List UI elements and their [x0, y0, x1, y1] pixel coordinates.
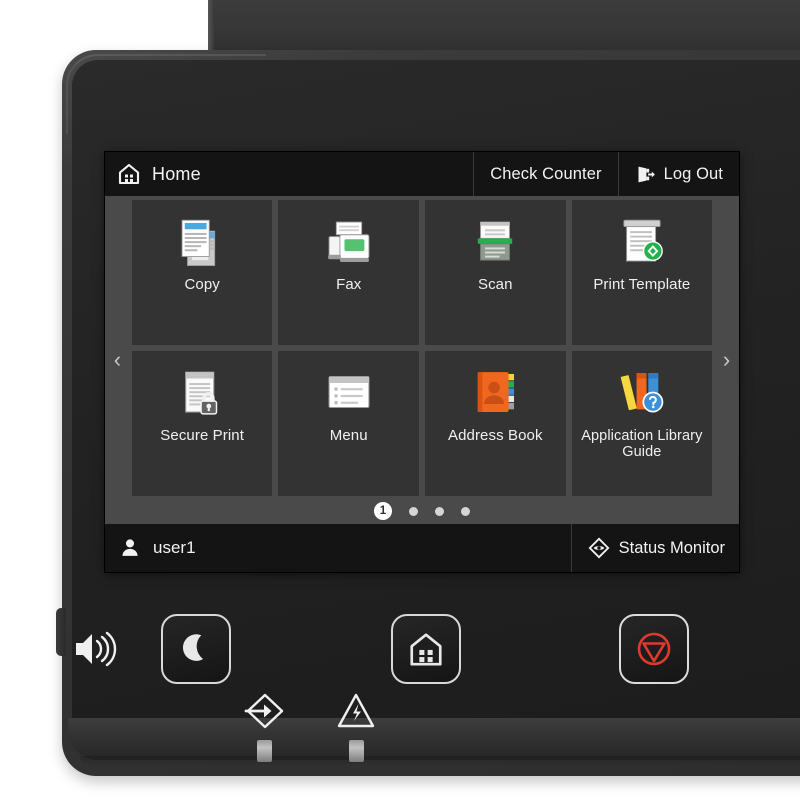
tile-fax[interactable]: Fax [278, 200, 419, 345]
tiles-wrapper: Copy Fax Scan Print Template Secure Prin… [129, 196, 715, 524]
tile-label: Address Book [447, 427, 543, 444]
check-counter-button[interactable]: Check Counter [474, 152, 619, 196]
page-indicator: 1 [129, 498, 715, 524]
check-counter-label: Check Counter [490, 164, 602, 183]
panel-bottom-shadow [80, 756, 800, 766]
app-grid-region: ‹ Copy Fax Scan Print Template Secure Pr… [105, 196, 739, 524]
panel-bottom-lip [68, 718, 800, 760]
log-out-button[interactable]: Log Out [619, 152, 739, 196]
address-book-icon [425, 361, 566, 425]
app-tile-grid: Copy Fax Scan Print Template Secure Prin… [130, 196, 714, 498]
secure-print-icon [132, 361, 273, 425]
data-led-indicator [257, 740, 272, 762]
tile-print-template[interactable]: Print Template [571, 200, 713, 345]
home-icon [117, 162, 141, 186]
application-library-guide-icon [572, 361, 713, 425]
tile-menu[interactable]: Menu [278, 351, 419, 496]
panel-side-notch [56, 608, 66, 656]
warning-triangle-icon [336, 692, 376, 730]
house-icon [407, 630, 445, 668]
moon-icon [177, 630, 215, 668]
stop-button[interactable] [619, 614, 689, 684]
home-button[interactable] [391, 614, 461, 684]
tile-label: Menu [329, 427, 368, 444]
tile-label: Copy [184, 276, 220, 293]
screen-top-bar: Home Check Counter Log Out [105, 152, 739, 196]
tile-label: Secure Print [160, 427, 245, 444]
tile-scan[interactable]: Scan [425, 200, 566, 345]
page-dot[interactable] [461, 506, 470, 516]
scan-icon [425, 210, 566, 274]
screen-bottom-bar: user1 Status Monitor [105, 524, 739, 572]
sleep-button[interactable] [161, 614, 231, 684]
prev-page-arrow[interactable]: ‹ [105, 196, 130, 524]
menu-icon [278, 361, 419, 425]
current-user[interactable]: user1 [105, 524, 572, 572]
tile-application-library-guide[interactable]: Application Library Guide [571, 351, 713, 496]
print-template-icon [572, 210, 713, 274]
copy-icon [132, 210, 273, 274]
tile-label: Application Library Guide [581, 428, 703, 461]
logout-icon [635, 164, 656, 185]
page-dot-active[interactable]: 1 [374, 502, 392, 520]
tile-copy[interactable]: Copy [131, 200, 273, 345]
fax-icon [278, 210, 419, 274]
next-page-arrow[interactable]: › [714, 196, 739, 524]
tile-label: Print Template [593, 276, 691, 293]
status-monitor-label: Status Monitor [618, 538, 725, 557]
status-monitor-button[interactable]: Status Monitor [572, 524, 739, 572]
page-title: Home [152, 163, 201, 184]
user-name-label: user1 [153, 538, 196, 557]
status-monitor-icon [588, 537, 610, 559]
log-out-label: Log Out [663, 164, 723, 183]
tile-label: Fax [336, 276, 362, 293]
home-breadcrumb[interactable]: Home [105, 152, 475, 196]
printer-control-panel: Home Check Counter Log Out ‹ Copy Fax Sc… [0, 0, 800, 800]
error-led-indicator [349, 740, 364, 762]
user-icon [119, 537, 141, 559]
page-dot[interactable] [409, 506, 418, 516]
touchscreen-display: Home Check Counter Log Out ‹ Copy Fax Sc… [105, 152, 739, 572]
stop-icon [634, 629, 674, 669]
tile-secure-print[interactable]: Secure Print [131, 351, 273, 496]
speaker-icon [70, 626, 118, 672]
tile-address-book[interactable]: Address Book [425, 351, 566, 496]
tile-label: Scan [477, 276, 513, 293]
data-arrow-icon [243, 692, 285, 730]
page-dot[interactable] [435, 506, 444, 516]
